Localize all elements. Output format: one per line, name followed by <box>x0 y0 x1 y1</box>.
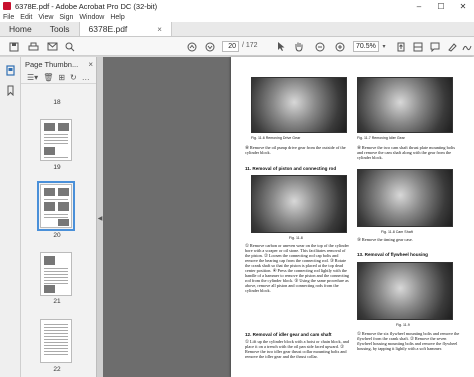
page-number-input[interactable]: 20 <box>222 41 239 52</box>
page-down-icon[interactable] <box>204 40 216 53</box>
search-icon[interactable] <box>64 40 76 53</box>
panel-title: Page Thumbn... <box>25 59 79 69</box>
email-icon[interactable] <box>46 40 58 53</box>
thumbnail-page-19[interactable] <box>40 119 72 161</box>
figure-caption-11-6: Fig. 11.6 Removing Drive Gear <box>251 136 301 140</box>
rotate-icon[interactable]: ↻ <box>70 73 77 82</box>
step-timing-gear-case: ⑨ Remove the timing gear case. <box>357 237 413 242</box>
figure-11-8-photo <box>251 175 347 233</box>
step-drive-gear: ⑧ Remove the oil pump drive gear from th… <box>245 145 346 155</box>
toolbar: 20 / 172 70.5% ▾ <box>0 37 474 56</box>
more-options-icon[interactable]: … <box>82 73 90 82</box>
piston-removal-steps: ① Remove carbon or uneven wear on the to… <box>245 243 350 293</box>
page-thumbnails-panel: Page Thumbn... × ☰▾ 🗑 ⊞ ↻ … 18 19 20 21 <box>21 57 97 377</box>
zoom-dropdown-chevron-icon[interactable]: ▾ <box>380 40 388 53</box>
insert-page-icon[interactable]: ⊞ <box>58 73 65 82</box>
fit-page-icon[interactable] <box>395 40 407 53</box>
tab-close-button[interactable]: × <box>157 25 162 34</box>
thumb-label-18: 18 <box>53 99 61 106</box>
heading-flywheel-housing: 13. Removal of flywheel housing <box>357 252 428 257</box>
tab-bar: Home Tools 6378E.pdf × <box>0 22 474 37</box>
hand-tool-icon[interactable] <box>293 40 305 53</box>
tab-home[interactable]: Home <box>0 22 41 36</box>
previous-page-edge <box>103 57 231 377</box>
tab-tools[interactable]: Tools <box>41 22 79 36</box>
heading-idler-gear-cam-shaft: 12. Removal of idler gear and cam shaft <box>245 332 332 337</box>
idler-gear-steps: ① Lift up the cylinder block with a hois… <box>245 339 349 359</box>
figure-caption-11-9: Fig. 11.9 <box>396 323 410 327</box>
delete-icon[interactable]: 🗑 <box>43 73 53 82</box>
save-icon[interactable] <box>8 40 20 53</box>
window-controls: – ☐ ✕ <box>408 0 474 12</box>
panel-header: Page Thumbn... × <box>21 57 96 71</box>
figure-11-7-photo <box>357 77 453 133</box>
figure-cam-shaft-photo <box>357 169 453 227</box>
maximize-button[interactable]: ☐ <box>430 0 452 12</box>
highlight-icon[interactable] <box>446 40 458 53</box>
panel-close-button[interactable]: × <box>88 60 93 69</box>
menu-view[interactable]: View <box>38 14 53 21</box>
zoom-level-input[interactable]: 70.5% <box>353 41 379 52</box>
navigation-rail <box>0 57 21 377</box>
figure-11-9-photo <box>357 262 453 320</box>
select-cursor-icon[interactable] <box>275 40 287 53</box>
figure-caption-11-8-left: Fig. 11.8 <box>289 236 303 240</box>
figure-11-6-photo <box>251 77 347 133</box>
thumb-label-22: 22 <box>53 366 61 373</box>
page-total: / 172 <box>242 42 258 49</box>
acrobat-logo-icon <box>3 2 11 10</box>
thumbnail-page-21[interactable] <box>40 252 72 296</box>
window-title: 6378E.pdf - Adobe Acrobat Pro DC (32-bit… <box>15 1 158 11</box>
menu-window[interactable]: Window <box>79 14 104 21</box>
title-bar: 6378E.pdf - Adobe Acrobat Pro DC (32-bit… <box>0 0 474 12</box>
zoom-out-icon[interactable] <box>314 40 326 53</box>
document-viewer[interactable]: Fig. 11.6 Removing Drive Gear Fig. 11.7 … <box>103 57 474 377</box>
page-thumbnails-icon[interactable] <box>5 65 16 76</box>
pdf-page: Fig. 11.6 Removing Drive Gear Fig. 11.7 … <box>231 57 474 377</box>
page-up-icon[interactable] <box>186 40 198 53</box>
options-menu-icon[interactable]: ☰▾ <box>27 73 38 82</box>
scroll-mode-icon[interactable] <box>412 40 424 53</box>
bookmarks-icon[interactable] <box>5 85 16 97</box>
step-cam-shaft: ⑧ Remove the two cam shaft thrust plate … <box>357 145 456 160</box>
close-window-button[interactable]: ✕ <box>452 0 474 12</box>
print-icon[interactable] <box>27 40 39 53</box>
menu-sign[interactable]: Sign <box>59 14 73 21</box>
tab-document-label: 6378E.pdf <box>88 24 128 34</box>
flywheel-steps: ① Remove the six flywheel mounting bolts… <box>357 331 460 351</box>
minimize-button[interactable]: – <box>408 0 430 12</box>
menu-edit[interactable]: Edit <box>20 14 32 21</box>
figure-caption-11-8-right: Fig. 11.8 Cam Shaft <box>381 230 413 234</box>
thumbnail-page-22[interactable] <box>40 319 72 363</box>
figure-caption-11-7: Fig. 11.7 Removing Idler Gear <box>357 136 405 140</box>
comment-icon[interactable] <box>429 40 441 53</box>
menu-bar: File Edit View Sign Window Help <box>0 12 474 22</box>
menu-file[interactable]: File <box>3 14 14 21</box>
tab-document[interactable]: 6378E.pdf × <box>78 22 172 36</box>
thumb-label-19: 19 <box>53 164 61 171</box>
thumb-label-20: 20 <box>53 232 61 239</box>
menu-help[interactable]: Help <box>110 14 124 21</box>
panel-toolbar: ☰▾ 🗑 ⊞ ↻ … <box>21 71 96 84</box>
thumbnail-page-20[interactable] <box>40 184 72 228</box>
thumb-label-21: 21 <box>53 298 61 305</box>
zoom-in-icon[interactable] <box>334 40 346 53</box>
sign-icon[interactable] <box>462 40 472 53</box>
heading-piston-removal: 11. Removal of piston and connecting rod <box>245 166 337 171</box>
